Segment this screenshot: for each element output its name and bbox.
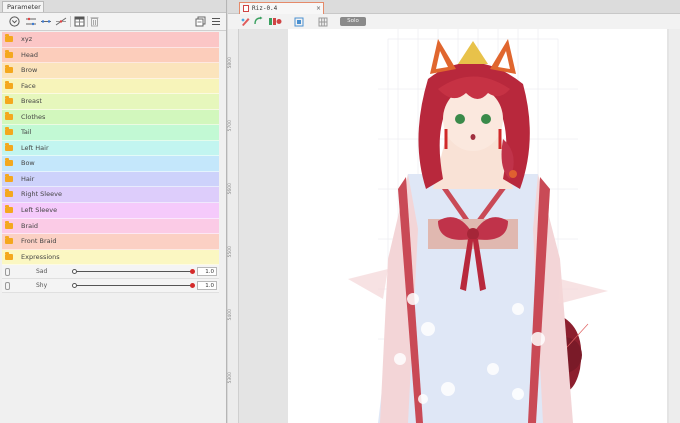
group-label: Expressions [21,252,60,261]
ruler-label: 5600 [228,183,233,195]
folder-icon [5,65,13,74]
key-point-icon[interactable] [190,268,195,274]
fit-view-icon[interactable] [294,16,304,27]
parameter-slider-handle[interactable] [72,282,77,288]
grid-icon[interactable] [318,16,328,27]
model-editor: Riz-0.4 × Solo 5800 5700 5600 5500 5400 … [228,0,680,423]
trash-icon[interactable] [89,15,99,28]
parameter-panel: Parameter xyz Head Brow Face Breast Clot… [0,0,227,423]
group-label: Brow [21,66,38,75]
parameter-group-braid[interactable]: Braid [2,218,219,235]
parameter-group-expressions[interactable]: Expressions [2,249,219,266]
pen-tool-icon[interactable] [240,16,251,27]
color-swatches-icon[interactable] [268,16,282,27]
parameter-label: Shy [36,282,48,290]
folder-icon [5,96,13,105]
parameter-value-field[interactable]: 1.0 [197,267,217,277]
folder-icon [5,173,13,182]
rotate-tool-icon[interactable] [253,16,264,27]
parameter-group-head[interactable]: Head [2,47,219,64]
document-tab-title: Riz-0.4 [252,5,278,12]
ruler-label: 5500 [228,246,233,258]
folder-icon [5,127,13,136]
model-canvas[interactable] [288,29,667,423]
open-folder-icon [5,251,13,260]
parameter-slider-handle[interactable] [72,268,77,274]
parameter-group-bow[interactable]: Bow [2,156,219,172]
parameter-group-clothes[interactable]: Clothes [2,109,219,126]
ruler-label: 5700 [228,120,233,132]
ruler-label: 5400 [228,309,233,321]
group-label: Breast [21,97,42,106]
copy-panel-icon[interactable] [194,15,206,28]
menu-icon[interactable] [210,15,222,28]
folder-icon [5,80,13,89]
link-icon[interactable] [5,282,10,291]
parameter-slider-track[interactable] [75,271,193,273]
add-param-icon[interactable] [40,15,52,28]
parameter-group-face[interactable]: Face [2,78,219,95]
tab-parameter[interactable]: Parameter [2,1,44,12]
folder-icon [5,158,13,167]
parameter-group-front-braid[interactable]: Front Braid [2,234,219,250]
group-label: Left Sleeve [21,206,58,215]
model-file-icon [243,5,249,12]
folder-icon [5,34,13,42]
group-label: Face [21,81,36,90]
parameter-group-left-hair[interactable]: Left Hair [2,140,219,157]
folder-icon [5,220,13,229]
group-label: Right Sleeve [21,190,62,199]
group-label: xyz [21,35,33,43]
parameter-row-sad: Sad 1.0 [2,265,219,280]
chevron-circle-icon[interactable] [8,15,20,28]
group-label: Clothes [21,112,46,121]
parameter-group-brow[interactable]: Brow [2,63,219,79]
group-label: Bow [21,159,35,168]
link-params-icon[interactable] [25,15,37,28]
folder-icon [5,49,13,58]
group-label: Hair [21,174,35,183]
group-label: Front Braid [21,237,57,246]
parameter-list: xyz Head Brow Face Breast Clothes Tail L… [2,32,219,294]
ruler-label: 5800 [228,57,233,69]
keyform-icon[interactable] [55,15,67,28]
panel-tabbar: Parameter [0,0,226,13]
folder-icon [5,205,13,214]
link-icon[interactable] [5,268,10,277]
solo-button[interactable]: Solo [340,17,366,26]
vertical-scrollbar[interactable] [669,29,680,423]
parameter-group-right-sleeve[interactable]: Right Sleeve [2,187,219,204]
vertical-ruler: 5800 5700 5600 5500 5400 5300 [228,29,239,423]
document-tabbar: Riz-0.4 × [228,0,680,14]
editor-toolbar: Solo [228,14,680,30]
group-label: Braid [21,221,39,230]
parameter-label: Sad [36,268,48,276]
parameter-group-tail[interactable]: Tail [2,125,219,141]
key-point-icon[interactable] [190,282,195,288]
parameter-group-xyz[interactable]: xyz [2,32,219,48]
folder-icon [5,142,13,151]
group-label: Head [21,50,38,59]
parameter-value-field[interactable]: 1.0 [197,281,217,291]
group-label: Tail [21,128,32,137]
spreadsheet-icon[interactable] [73,15,85,28]
folder-icon [5,189,13,198]
parameter-group-left-sleeve[interactable]: Left Sleeve [2,203,219,219]
folder-icon [5,111,13,120]
document-tab[interactable]: Riz-0.4 × [239,2,324,14]
ruler-label: 5300 [228,372,233,384]
parameter-slider-track[interactable] [75,285,193,287]
folder-icon [5,236,13,245]
parameter-group-hair[interactable]: Hair [2,171,219,188]
character-illustration [348,29,608,423]
group-label: Left Hair [21,143,49,152]
parameter-row-shy: Shy 1.0 [2,279,219,294]
close-tab-icon[interactable]: × [316,3,321,14]
parameter-group-breast[interactable]: Breast [2,94,219,110]
parameter-toolbar [0,13,226,31]
